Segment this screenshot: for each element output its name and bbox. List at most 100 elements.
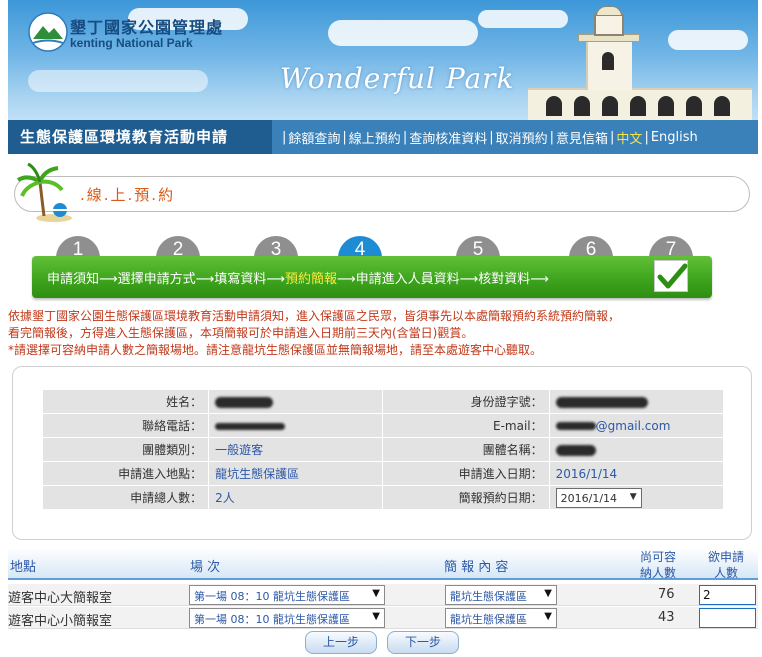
info-row: 團體類別： 一般遊客 團體名稱： xyxy=(43,438,723,461)
group-name-label: 團體名稱： xyxy=(383,438,549,461)
request-count-input[interactable]: 2 xyxy=(699,585,756,605)
step-arrow-icon: ⟶ xyxy=(530,272,549,287)
info-row: 申請總人數： 2人 簡報預約日期： 2016/1/14 ▼ xyxy=(43,486,723,509)
row-capacity: 76 xyxy=(658,587,675,602)
redacted-group-name xyxy=(555,444,596,456)
redacted-id xyxy=(555,396,648,408)
checkmark-icon xyxy=(657,263,688,289)
arch-window xyxy=(574,96,590,116)
nav-online-booking[interactable]: 線上預約 xyxy=(349,128,401,147)
email-domain: @gmail.com xyxy=(595,418,671,433)
lighthouse-lantern xyxy=(594,14,624,36)
arch-window xyxy=(686,96,702,116)
session-select[interactable]: 第一場 08：10 龍坑生態保護區 ▼ xyxy=(189,585,385,605)
col-capacity-line1: 尚可容 xyxy=(640,550,677,564)
area-label: 申請進入地點： xyxy=(43,462,209,485)
redacted-email xyxy=(555,422,596,430)
info-row: 申請進入地點： 龍坑生態保護區 申請進入日期： 2016/1/14 xyxy=(43,462,723,485)
nav-cancel-booking[interactable]: 取消預約 xyxy=(496,128,548,147)
briefing-date-label: 簡報預約日期： xyxy=(383,486,549,509)
cloud-decoration xyxy=(668,30,748,50)
content-selected: 龍坑生態保護區 xyxy=(450,613,527,626)
arch-window xyxy=(658,96,674,116)
name-value xyxy=(209,390,383,413)
info-row: 聯絡電話： E-mail： @gmail.com xyxy=(43,414,723,437)
nav-balance-query[interactable]: 餘額查詢 xyxy=(288,128,340,147)
briefing-date-select[interactable]: 2016/1/14 ▼ xyxy=(555,487,642,508)
request-count-input[interactable] xyxy=(699,608,756,628)
dropdown-arrow-icon: ▼ xyxy=(629,491,637,502)
step-arrow-icon: ⟶ xyxy=(459,272,479,287)
dropdown-arrow-icon: ▼ xyxy=(372,588,380,599)
entry-date-value: 2016/1/14 xyxy=(549,462,723,485)
banner-slogan: Wonderful Park xyxy=(280,62,515,95)
step-label: 申請須知 xyxy=(47,272,100,287)
email-label: E-mail： xyxy=(383,414,549,437)
step-label: 申請進入人員資料 xyxy=(355,272,460,287)
content-select[interactable]: 龍坑生態保護區 ▼ xyxy=(445,608,557,628)
next-step-button[interactable]: 下一步 xyxy=(387,631,459,654)
section-title: .線.上.預.約 xyxy=(80,186,176,204)
total-label: 申請總人數： xyxy=(43,486,209,509)
name-label: 姓名： xyxy=(43,390,209,413)
col-request-line2: 人數 xyxy=(714,566,739,580)
content-selected: 龍坑生態保護區 xyxy=(450,590,527,603)
briefing-date-cell: 2016/1/14 ▼ xyxy=(549,486,723,509)
cloud-decoration xyxy=(28,70,208,92)
step-label: 填寫資料 xyxy=(214,272,267,287)
total-value: 2人 xyxy=(209,486,383,509)
check-box-icon xyxy=(654,260,688,292)
park-logo-icon xyxy=(28,12,68,52)
redacted-name xyxy=(215,396,274,408)
title-bar: 生態保護區環境教育活動申請 | 餘額查詢 | 線上預約 | 查詢核准資料 | 取… xyxy=(8,120,758,154)
nav-approved-query[interactable]: 查詢核准資料 xyxy=(409,128,487,147)
col-session: 場 次 xyxy=(190,560,221,575)
cloud-decoration xyxy=(478,10,568,28)
content-select[interactable]: 龍坑生態保護區 ▼ xyxy=(445,585,557,605)
group-type-label: 團體類別： xyxy=(43,438,209,461)
arch-window xyxy=(602,96,618,116)
lighthouse-cap xyxy=(596,6,622,16)
arch-window xyxy=(714,96,730,116)
lang-en-link[interactable]: English xyxy=(651,130,698,145)
id-label: 身份證字號： xyxy=(383,390,549,413)
note-line: *請選擇可容納申請人數之簡報場地。請注意龍坑生態保護區並無簡報場地，請至本處遊客… xyxy=(8,343,543,357)
row-location: 遊客中心大簡報室 xyxy=(8,591,113,606)
lang-zh-link[interactable]: 中文 xyxy=(616,128,642,147)
step-arrow-icon: ⟶ xyxy=(99,272,118,287)
phone-value xyxy=(209,414,383,437)
step-labels: 申請須知⟶選擇申請方式⟶填寫資料⟶預約簡報⟶申請進入人員資料⟶核對資料⟶ xyxy=(47,268,549,287)
area-value: 龍坑生態保護區 xyxy=(209,462,383,485)
step-arrow-icon: ⟶ xyxy=(336,272,356,287)
col-request-line1: 欲申請 xyxy=(708,550,745,564)
session-select[interactable]: 第一場 08：10 龍坑生態保護區 ▼ xyxy=(189,608,385,628)
app-title: 生態保護區環境教育活動申請 xyxy=(20,128,229,146)
step-label-active: 預約簡報 xyxy=(284,272,337,287)
session-selected: 第一場 08：10 龍坑生態保護區 xyxy=(194,590,350,603)
group-type-value: 一般遊客 xyxy=(209,438,383,461)
dropdown-arrow-icon: ▼ xyxy=(372,611,380,622)
col-capacity-line2: 納人數 xyxy=(640,566,677,580)
step-arrow-icon: ⟶ xyxy=(266,272,285,287)
entry-date-label: 申請進入日期： xyxy=(383,462,549,485)
title-bar-left: 生態保護區環境教育活動申請 xyxy=(8,120,272,154)
id-value xyxy=(549,390,723,413)
redacted-phone xyxy=(215,422,286,430)
top-nav: | 餘額查詢 | 線上預約 | 查詢核准資料 | 取消預約 | 意見信箱 | 中… xyxy=(282,128,698,147)
col-content: 簡 報 內 容 xyxy=(444,560,509,575)
prev-step-button[interactable]: 上一步 xyxy=(305,631,377,654)
org-name-en: kenting National Park xyxy=(70,36,193,50)
step-label: 核對資料 xyxy=(478,272,531,287)
phone-label: 聯絡電話： xyxy=(43,414,209,437)
group-name-value xyxy=(549,438,723,461)
session-selected: 第一場 08：10 龍坑生態保護區 xyxy=(194,613,350,626)
tower-window xyxy=(602,52,614,70)
dropdown-arrow-icon: ▼ xyxy=(544,611,552,622)
step-arrow-icon: ⟶ xyxy=(195,272,215,287)
dropdown-arrow-icon: ▼ xyxy=(544,588,552,599)
nav-feedback[interactable]: 意見信箱 xyxy=(556,128,608,147)
palm-tree-icon xyxy=(16,162,72,222)
applicant-info-table: 姓名： 身份證字號： 聯絡電話： E-mail： @gmail.com 團體類別… xyxy=(42,389,724,510)
note-line: 依據墾丁國家公園生態保護區環境教育活動申請須知，進入保護區之民眾，皆須事先以本處… xyxy=(8,309,621,323)
org-name-zh: 墾丁國家公園管理處 xyxy=(70,18,224,37)
